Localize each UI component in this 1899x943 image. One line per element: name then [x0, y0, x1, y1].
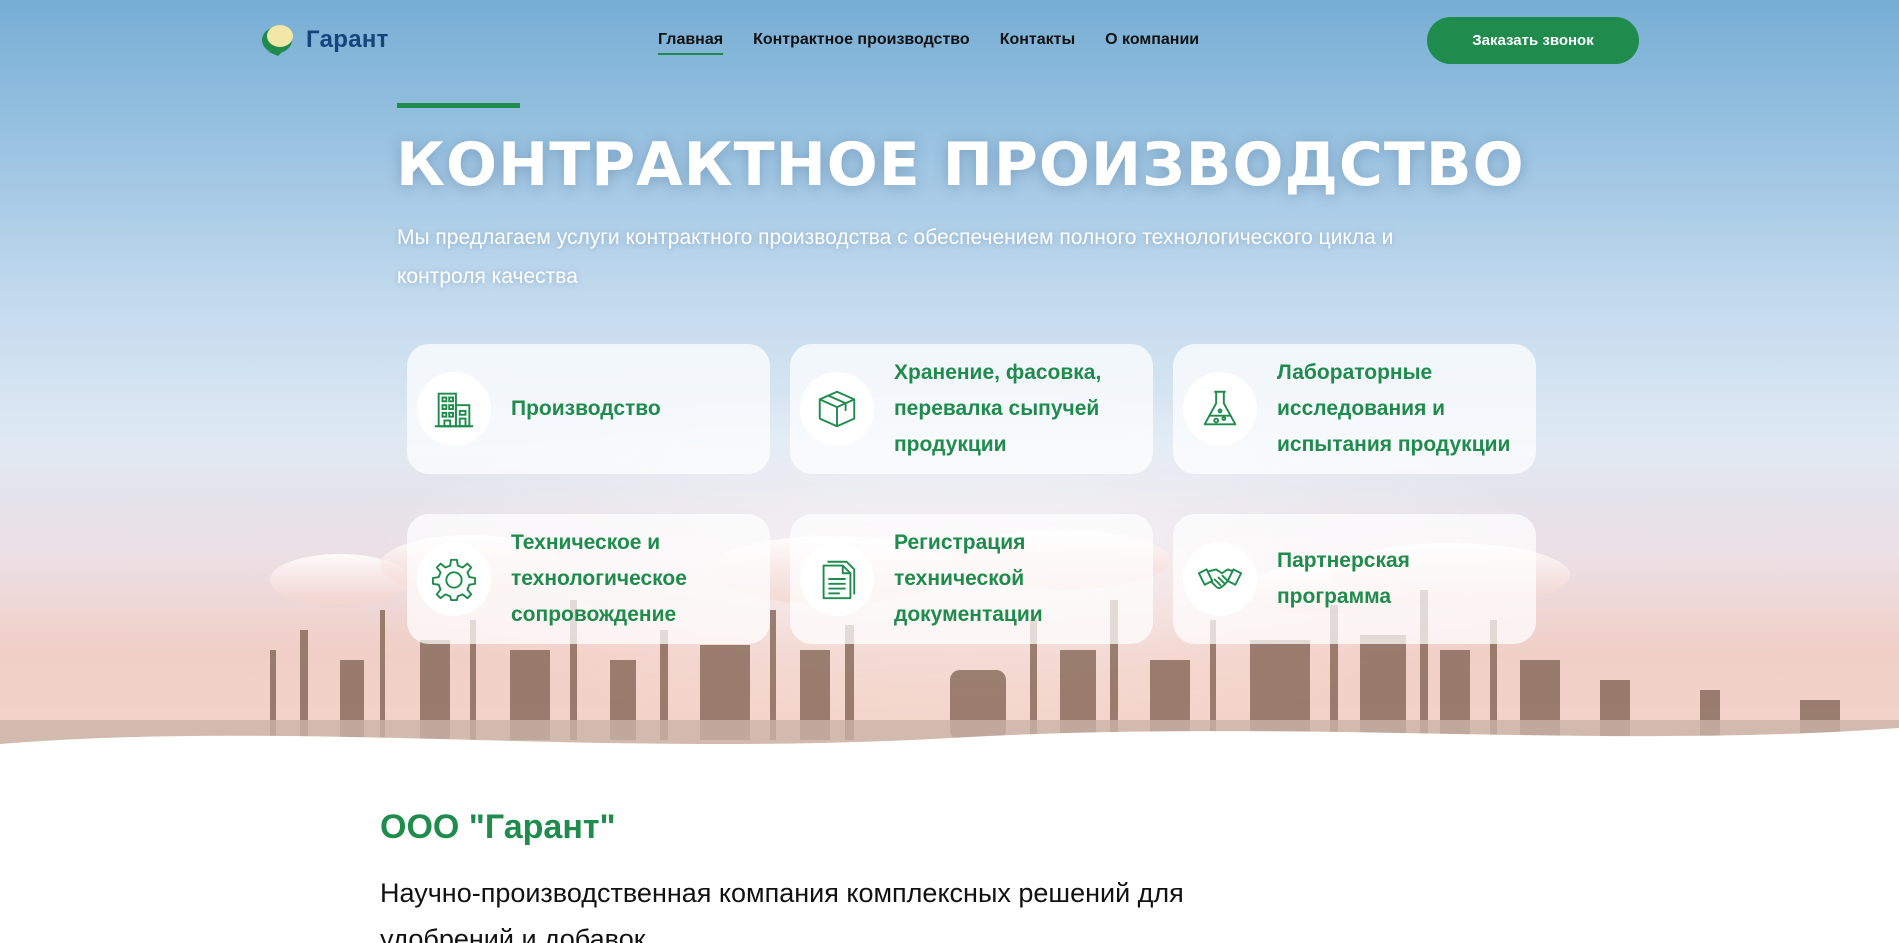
- service-card-storage[interactable]: Хранение, фасовка, перевалка сыпучей про…: [790, 344, 1153, 474]
- service-card-laboratory[interactable]: Лабораторные исследования и испытания пр…: [1173, 344, 1536, 474]
- service-card-documentation[interactable]: Регистрация технической документации: [790, 514, 1153, 644]
- nav-item-home[interactable]: Главная: [658, 31, 724, 55]
- nav-item-about[interactable]: О компании: [1105, 31, 1199, 55]
- logo[interactable]: Гарант: [258, 22, 389, 58]
- services-grid: Производство Хранение, фасовка, перевалк…: [407, 344, 1537, 644]
- service-label: Лабораторные исследования и испытания пр…: [1277, 361, 1511, 456]
- site-header: Гарант Главная Контрактное производство …: [0, 0, 1899, 82]
- flask-icon: [1183, 372, 1257, 446]
- hero-subtitle: Мы предлагаем услуги контрактного произв…: [397, 226, 1394, 288]
- handshake-icon: [1183, 542, 1257, 616]
- service-label: Хранение, фасовка, перевалка сыпучей про…: [894, 361, 1102, 456]
- service-label: Партнерская программа: [1277, 549, 1410, 608]
- service-card-partner-program[interactable]: Партнерская программа: [1173, 514, 1536, 644]
- service-label: Техническое и технологическое сопровожде…: [511, 531, 687, 626]
- nav-item-contract-manufacturing[interactable]: Контрактное производство: [753, 31, 970, 55]
- nav-item-contacts[interactable]: Контакты: [1000, 31, 1075, 55]
- logo-text: Гарант: [306, 26, 389, 53]
- wave-divider: [0, 728, 1899, 760]
- factory-icon: [417, 372, 491, 446]
- box-icon: [800, 372, 874, 446]
- logo-leaf-icon: [262, 25, 293, 56]
- page-title: КОНТРАКТНОЕ ПРОИЗВОДСТВО: [396, 130, 1525, 200]
- service-card-technical-support[interactable]: Техническое и технологическое сопровожде…: [407, 514, 770, 644]
- service-label: Производство: [511, 397, 661, 420]
- service-label: Регистрация технической документации: [894, 531, 1043, 626]
- company-title: ООО "Гарант": [380, 808, 616, 846]
- gear-icon: [417, 542, 491, 616]
- request-call-button[interactable]: Заказать звонок: [1427, 17, 1639, 64]
- main-nav: Главная Контрактное производство Контакт…: [658, 31, 1199, 55]
- service-card-production[interactable]: Производство: [407, 344, 770, 474]
- title-accent-line: [397, 103, 520, 108]
- company-description: Научно-производственная компания комплек…: [380, 878, 1184, 943]
- document-icon: [800, 542, 874, 616]
